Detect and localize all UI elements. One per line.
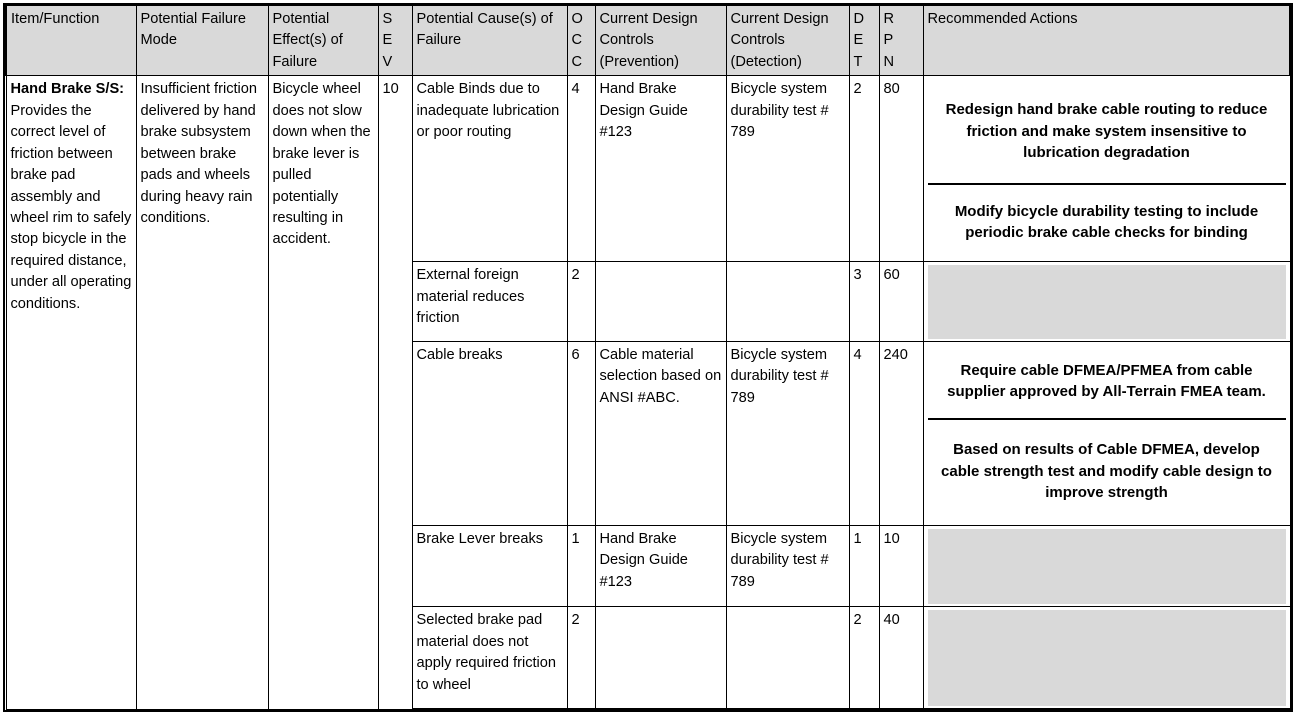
cell-rpn: 80 xyxy=(878,75,924,263)
cell-detection-control: Bicycle system durability test # 789 xyxy=(725,340,850,526)
column-header-occ: OCC xyxy=(566,4,596,77)
cell-rpn: 40 xyxy=(878,606,924,711)
recommended-actions-list: Require cable DFMEA/PFMEA from cable sup… xyxy=(927,344,1286,523)
cell-cause: Cable Binds due to inadequate lubricatio… xyxy=(411,75,568,263)
column-header-rpn: RPN xyxy=(878,4,924,77)
recommended-actions-list: Redesign hand brake cable routing to red… xyxy=(927,79,1286,259)
table-header-row: Item/Function Potential Failure Mode Pot… xyxy=(5,4,1291,77)
cell-detection-control: Bicycle system durability test # 789 xyxy=(725,75,850,263)
column-header-potential-causes-of-failure: Potential Cause(s) of Failure xyxy=(411,4,568,77)
table-body: Hand Brake S/S: Provides the correct lev… xyxy=(5,75,1291,711)
cell-item-function: Hand Brake S/S: Provides the correct lev… xyxy=(5,75,137,710)
cell-cause: Cable breaks xyxy=(411,340,568,526)
cell-recommended-actions: Require cable DFMEA/PFMEA from cable sup… xyxy=(922,340,1291,526)
cell-rpn: 60 xyxy=(878,261,924,342)
recommended-actions-list xyxy=(927,610,1286,706)
column-header-current-design-controls-detection: Current Design Controls (Detection) xyxy=(725,4,850,77)
cell-prevention-control xyxy=(594,261,727,342)
recommended-actions-list xyxy=(927,528,1286,605)
recommended-action-item: Require cable DFMEA/PFMEA from cable sup… xyxy=(927,344,1286,421)
cell-occurrence: 4 xyxy=(566,75,596,263)
cell-cause: External foreign material reduces fricti… xyxy=(411,261,568,342)
column-header-current-design-controls-prevention: Current Design Controls (Prevention) xyxy=(594,4,727,77)
recommended-action-item xyxy=(927,610,1286,706)
cell-recommended-actions xyxy=(922,261,1291,342)
cell-detection-control: Bicycle system durability test # 789 xyxy=(725,524,850,608)
cell-detection-rating: 1 xyxy=(848,524,880,608)
cell-occurrence: 2 xyxy=(566,261,596,342)
cell-recommended-actions: Redesign hand brake cable routing to red… xyxy=(922,75,1291,263)
header-label: Recommended Actions xyxy=(927,11,1078,27)
cell-potential-failure-mode: Insufficient friction delivered by hand … xyxy=(135,75,269,710)
cell-potential-effect: Bicycle wheel does not slow down when th… xyxy=(267,75,379,710)
column-header-recommended-actions: Recommended Actions xyxy=(922,4,1291,77)
header-label: OCC xyxy=(571,11,584,70)
header-label: Item/Function xyxy=(11,11,100,27)
cell-occurrence: 1 xyxy=(566,524,596,608)
column-header-potential-failure-mode: Potential Failure Mode xyxy=(135,4,269,77)
cell-prevention-control: Cable material selection based on ANSI #… xyxy=(594,340,727,526)
cell-detection-rating: 2 xyxy=(848,606,880,711)
recommended-action-item: Modify bicycle durability testing to inc… xyxy=(954,202,1259,242)
column-header-item-function: Item/Function xyxy=(5,4,137,77)
header-label: Current Design Controls (Detection) xyxy=(730,11,829,70)
item-function-lead: Hand Brake S/S: xyxy=(10,81,125,98)
cell-detection-rating: 3 xyxy=(848,261,880,342)
cell-severity: 10 xyxy=(377,75,413,710)
cell-detection-rating: 2 xyxy=(848,75,880,263)
column-header-potential-effects-of-failure: Potential Effect(s) of Failure xyxy=(267,4,379,77)
cell-prevention-control xyxy=(594,606,727,711)
cell-detection-rating: 4 xyxy=(848,340,880,526)
header-label: Potential Failure Mode xyxy=(140,11,246,49)
item-function-text: Provides the correct level of friction b… xyxy=(10,102,132,312)
cell-recommended-actions xyxy=(922,524,1291,608)
recommended-action-item: Redesign hand brake cable routing to red… xyxy=(927,79,1286,186)
fmea-worksheet: Item/Function Potential Failure Mode Pot… xyxy=(3,3,1293,712)
header-label: SEV xyxy=(382,11,393,70)
cell-detection-control xyxy=(725,261,850,342)
cell-rpn: 240 xyxy=(878,340,924,526)
cell-prevention-control: Hand Brake Design Guide #123 xyxy=(594,524,727,608)
column-header-sev: SEV xyxy=(377,4,413,77)
cell-cause: Selected brake pad material does not app… xyxy=(411,606,568,711)
table-row: Hand Brake S/S: Provides the correct lev… xyxy=(5,75,1291,710)
cell-occurrence: 6 xyxy=(566,340,596,526)
fmea-table: Item/Function Potential Failure Mode Pot… xyxy=(5,4,1291,711)
cell-cause: Brake Lever breaks xyxy=(411,524,568,608)
recommended-actions-list xyxy=(927,265,1286,339)
header-label: RPN xyxy=(883,11,895,70)
header-label: Potential Cause(s) of Failure xyxy=(416,11,553,49)
cell-detection-control xyxy=(725,606,850,711)
column-header-det: DET xyxy=(848,4,880,77)
header-label: DET xyxy=(853,11,865,70)
cell-occurrence: 2 xyxy=(566,606,596,711)
recommended-action-item xyxy=(927,265,1286,339)
recommended-action-item: Based on results of Cable DFMEA, develop… xyxy=(941,441,1272,501)
header-label: Potential Effect(s) of Failure xyxy=(272,11,343,70)
cell-rpn: 10 xyxy=(878,524,924,608)
cell-recommended-actions xyxy=(922,606,1291,711)
cell-prevention-control: Hand Brake Design Guide #123 xyxy=(594,75,727,263)
header-label: Current Design Controls (Prevention) xyxy=(599,11,698,70)
recommended-action-item xyxy=(927,528,1286,605)
